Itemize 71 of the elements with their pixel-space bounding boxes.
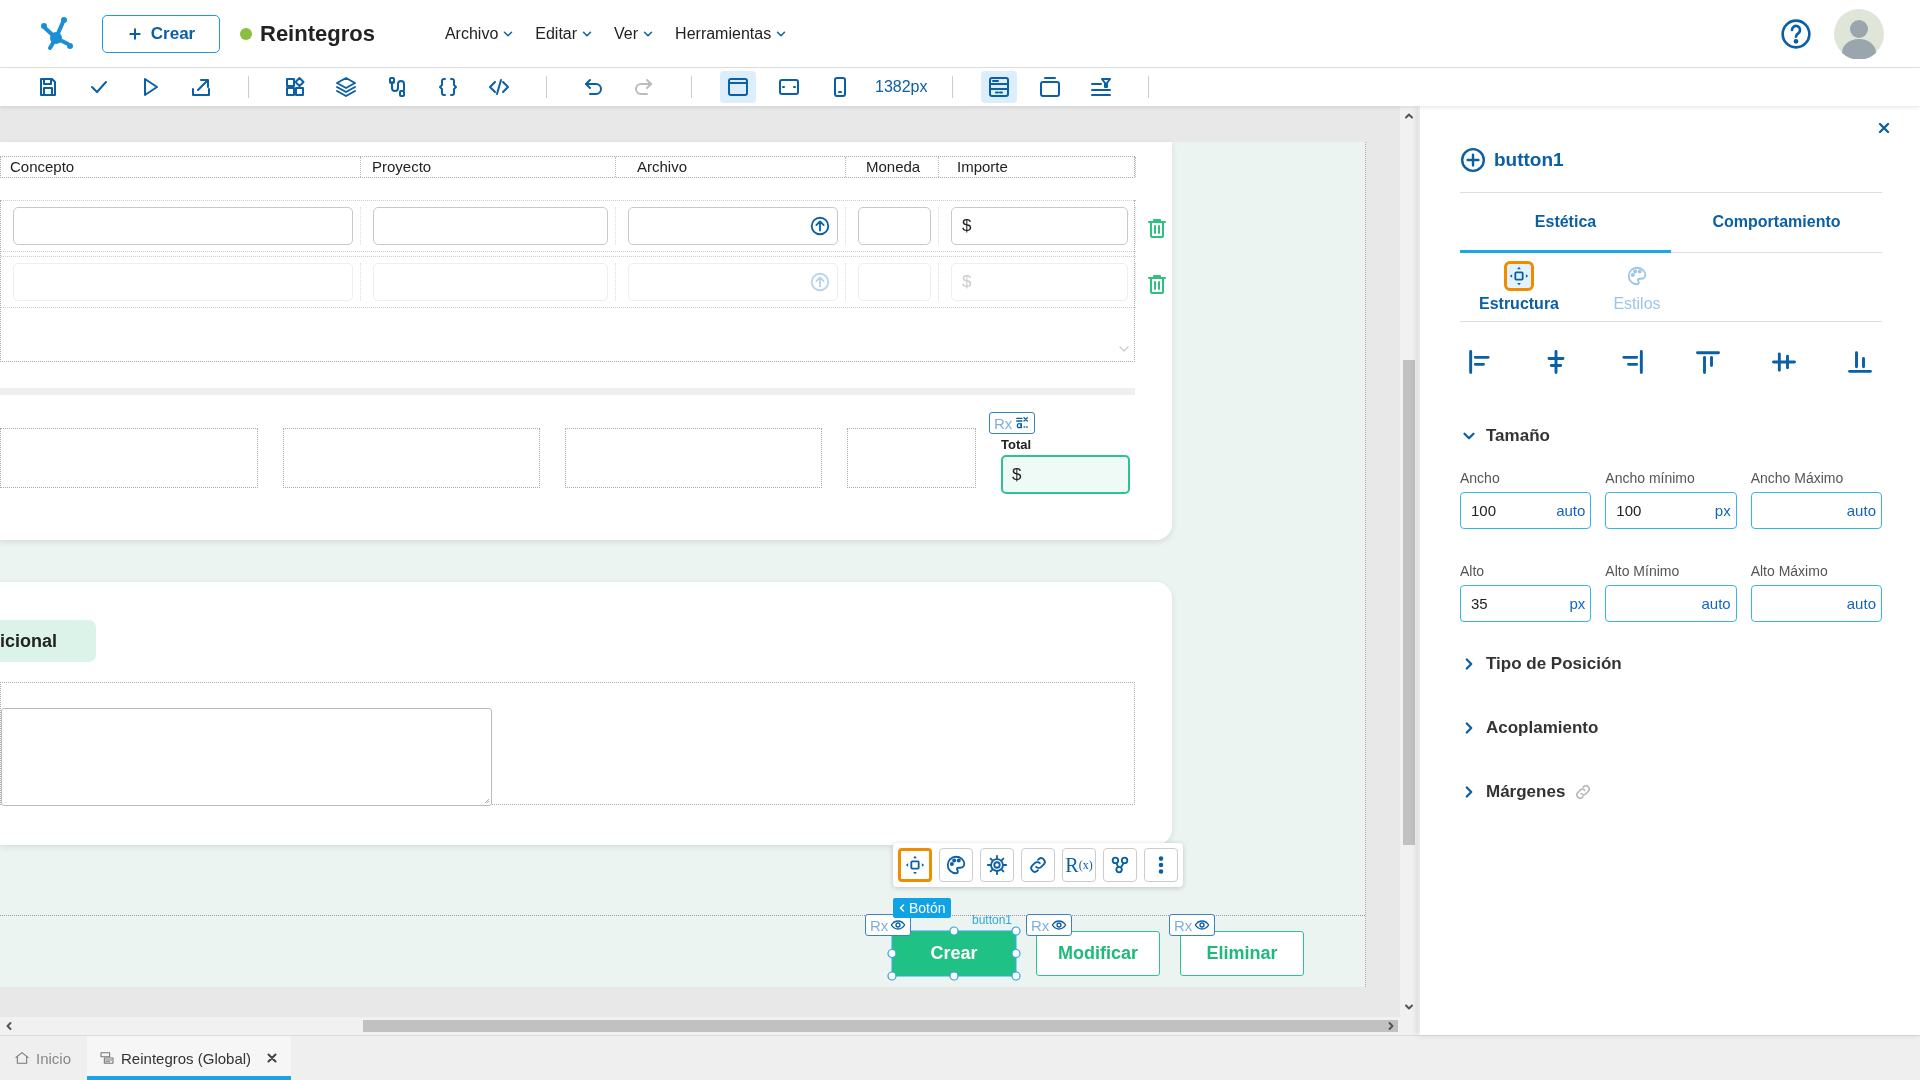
column-header: Importe bbox=[939, 157, 1136, 177]
column-header: Concepto bbox=[1, 157, 361, 177]
move-icon[interactable] bbox=[898, 848, 932, 882]
align-bottom-icon[interactable] bbox=[1846, 348, 1874, 376]
form-icon bbox=[99, 1050, 116, 1066]
more-icon[interactable] bbox=[1144, 848, 1178, 882]
menu-item[interactable]: Editar bbox=[535, 24, 595, 43]
horizontal-scrollbar[interactable] bbox=[0, 1017, 1400, 1035]
status-dot bbox=[240, 27, 252, 40]
field-label: Ancho Máximo bbox=[1750, 470, 1845, 486]
upload-icon[interactable] bbox=[809, 215, 831, 237]
canvas-width: 1382px bbox=[875, 78, 928, 96]
menu-item[interactable]: Herramientas bbox=[675, 24, 789, 43]
section-tag: icional bbox=[0, 620, 96, 662]
help-icon[interactable] bbox=[1780, 17, 1812, 50]
menu-item[interactable]: Archivo bbox=[444, 24, 516, 43]
document-tab[interactable]: Reintegros (Global) bbox=[87, 1036, 292, 1080]
close-icon[interactable] bbox=[1876, 120, 1892, 136]
visibility-icon bbox=[1051, 917, 1068, 933]
align-top-icon[interactable] bbox=[1694, 348, 1722, 376]
size-field[interactable]: 35 px bbox=[1460, 585, 1592, 622]
close-icon[interactable] bbox=[265, 1051, 280, 1065]
size-field[interactable]: auto bbox=[1750, 585, 1882, 622]
column-header: Archivo bbox=[616, 157, 846, 177]
form-layout-icon[interactable] bbox=[980, 71, 1017, 103]
create-button[interactable]: Crear bbox=[102, 14, 220, 53]
text-field[interactable] bbox=[373, 207, 608, 245]
scrollbar-thumb[interactable] bbox=[1403, 360, 1415, 845]
section-header[interactable]: Acoplamiento bbox=[1460, 696, 1882, 760]
field-label: Ancho mínimo bbox=[1605, 470, 1696, 486]
field-label: Alto Mínimo bbox=[1605, 563, 1681, 579]
size-field[interactable]: 100 auto bbox=[1460, 492, 1592, 529]
amount-field[interactable]: $ bbox=[951, 207, 1128, 245]
scrollbar-thumb[interactable] bbox=[363, 1020, 1398, 1032]
size-field[interactable]: auto bbox=[1750, 492, 1882, 529]
field-label: Ancho bbox=[1460, 470, 1501, 486]
section-header[interactable]: Tamaño bbox=[1460, 408, 1882, 464]
flow-icon[interactable] bbox=[1103, 848, 1137, 882]
section-header[interactable]: Márgenes bbox=[1460, 760, 1882, 824]
vertical-scrollbar[interactable] bbox=[1400, 106, 1418, 1017]
text-field[interactable] bbox=[858, 207, 931, 245]
app-title: Reintegros bbox=[260, 20, 375, 47]
field-label: Total bbox=[1001, 436, 1033, 454]
column-header: Moneda bbox=[846, 157, 939, 177]
column-header: Proyecto bbox=[361, 157, 616, 177]
palette-icon bbox=[1626, 265, 1648, 287]
component-title: button1 bbox=[1494, 149, 1564, 171]
size-field[interactable]: 100 px bbox=[1605, 492, 1737, 529]
size-field[interactable]: auto bbox=[1605, 585, 1737, 622]
desktop-view-icon[interactable] bbox=[720, 71, 756, 103]
settings-icon[interactable] bbox=[980, 848, 1014, 882]
field-label: Alto bbox=[1460, 563, 1486, 579]
panel-subtab[interactable]: Estructura bbox=[1460, 253, 1578, 321]
move-icon bbox=[1508, 265, 1530, 287]
total-field[interactable]: $ bbox=[1001, 455, 1130, 494]
plus-circle-icon bbox=[1460, 147, 1486, 173]
plus-icon bbox=[126, 25, 143, 42]
home-icon bbox=[14, 1050, 30, 1066]
visibility-icon bbox=[1194, 917, 1211, 933]
formula-icon bbox=[1014, 415, 1031, 431]
component-name: button1 bbox=[972, 913, 1013, 927]
palette-icon[interactable] bbox=[939, 848, 973, 882]
panel-tab[interactable]: Estética bbox=[1460, 193, 1671, 253]
link-icon[interactable] bbox=[1021, 848, 1055, 882]
visibility-icon bbox=[890, 917, 907, 933]
field-label: Alto Máximo bbox=[1750, 563, 1829, 579]
file-field[interactable] bbox=[628, 207, 838, 245]
section-header[interactable]: Tipo de Posición bbox=[1460, 632, 1882, 696]
menu-item[interactable]: Ver bbox=[614, 24, 656, 43]
panel-tab[interactable]: Comportamiento bbox=[1671, 193, 1882, 253]
text-field[interactable] bbox=[13, 207, 353, 245]
